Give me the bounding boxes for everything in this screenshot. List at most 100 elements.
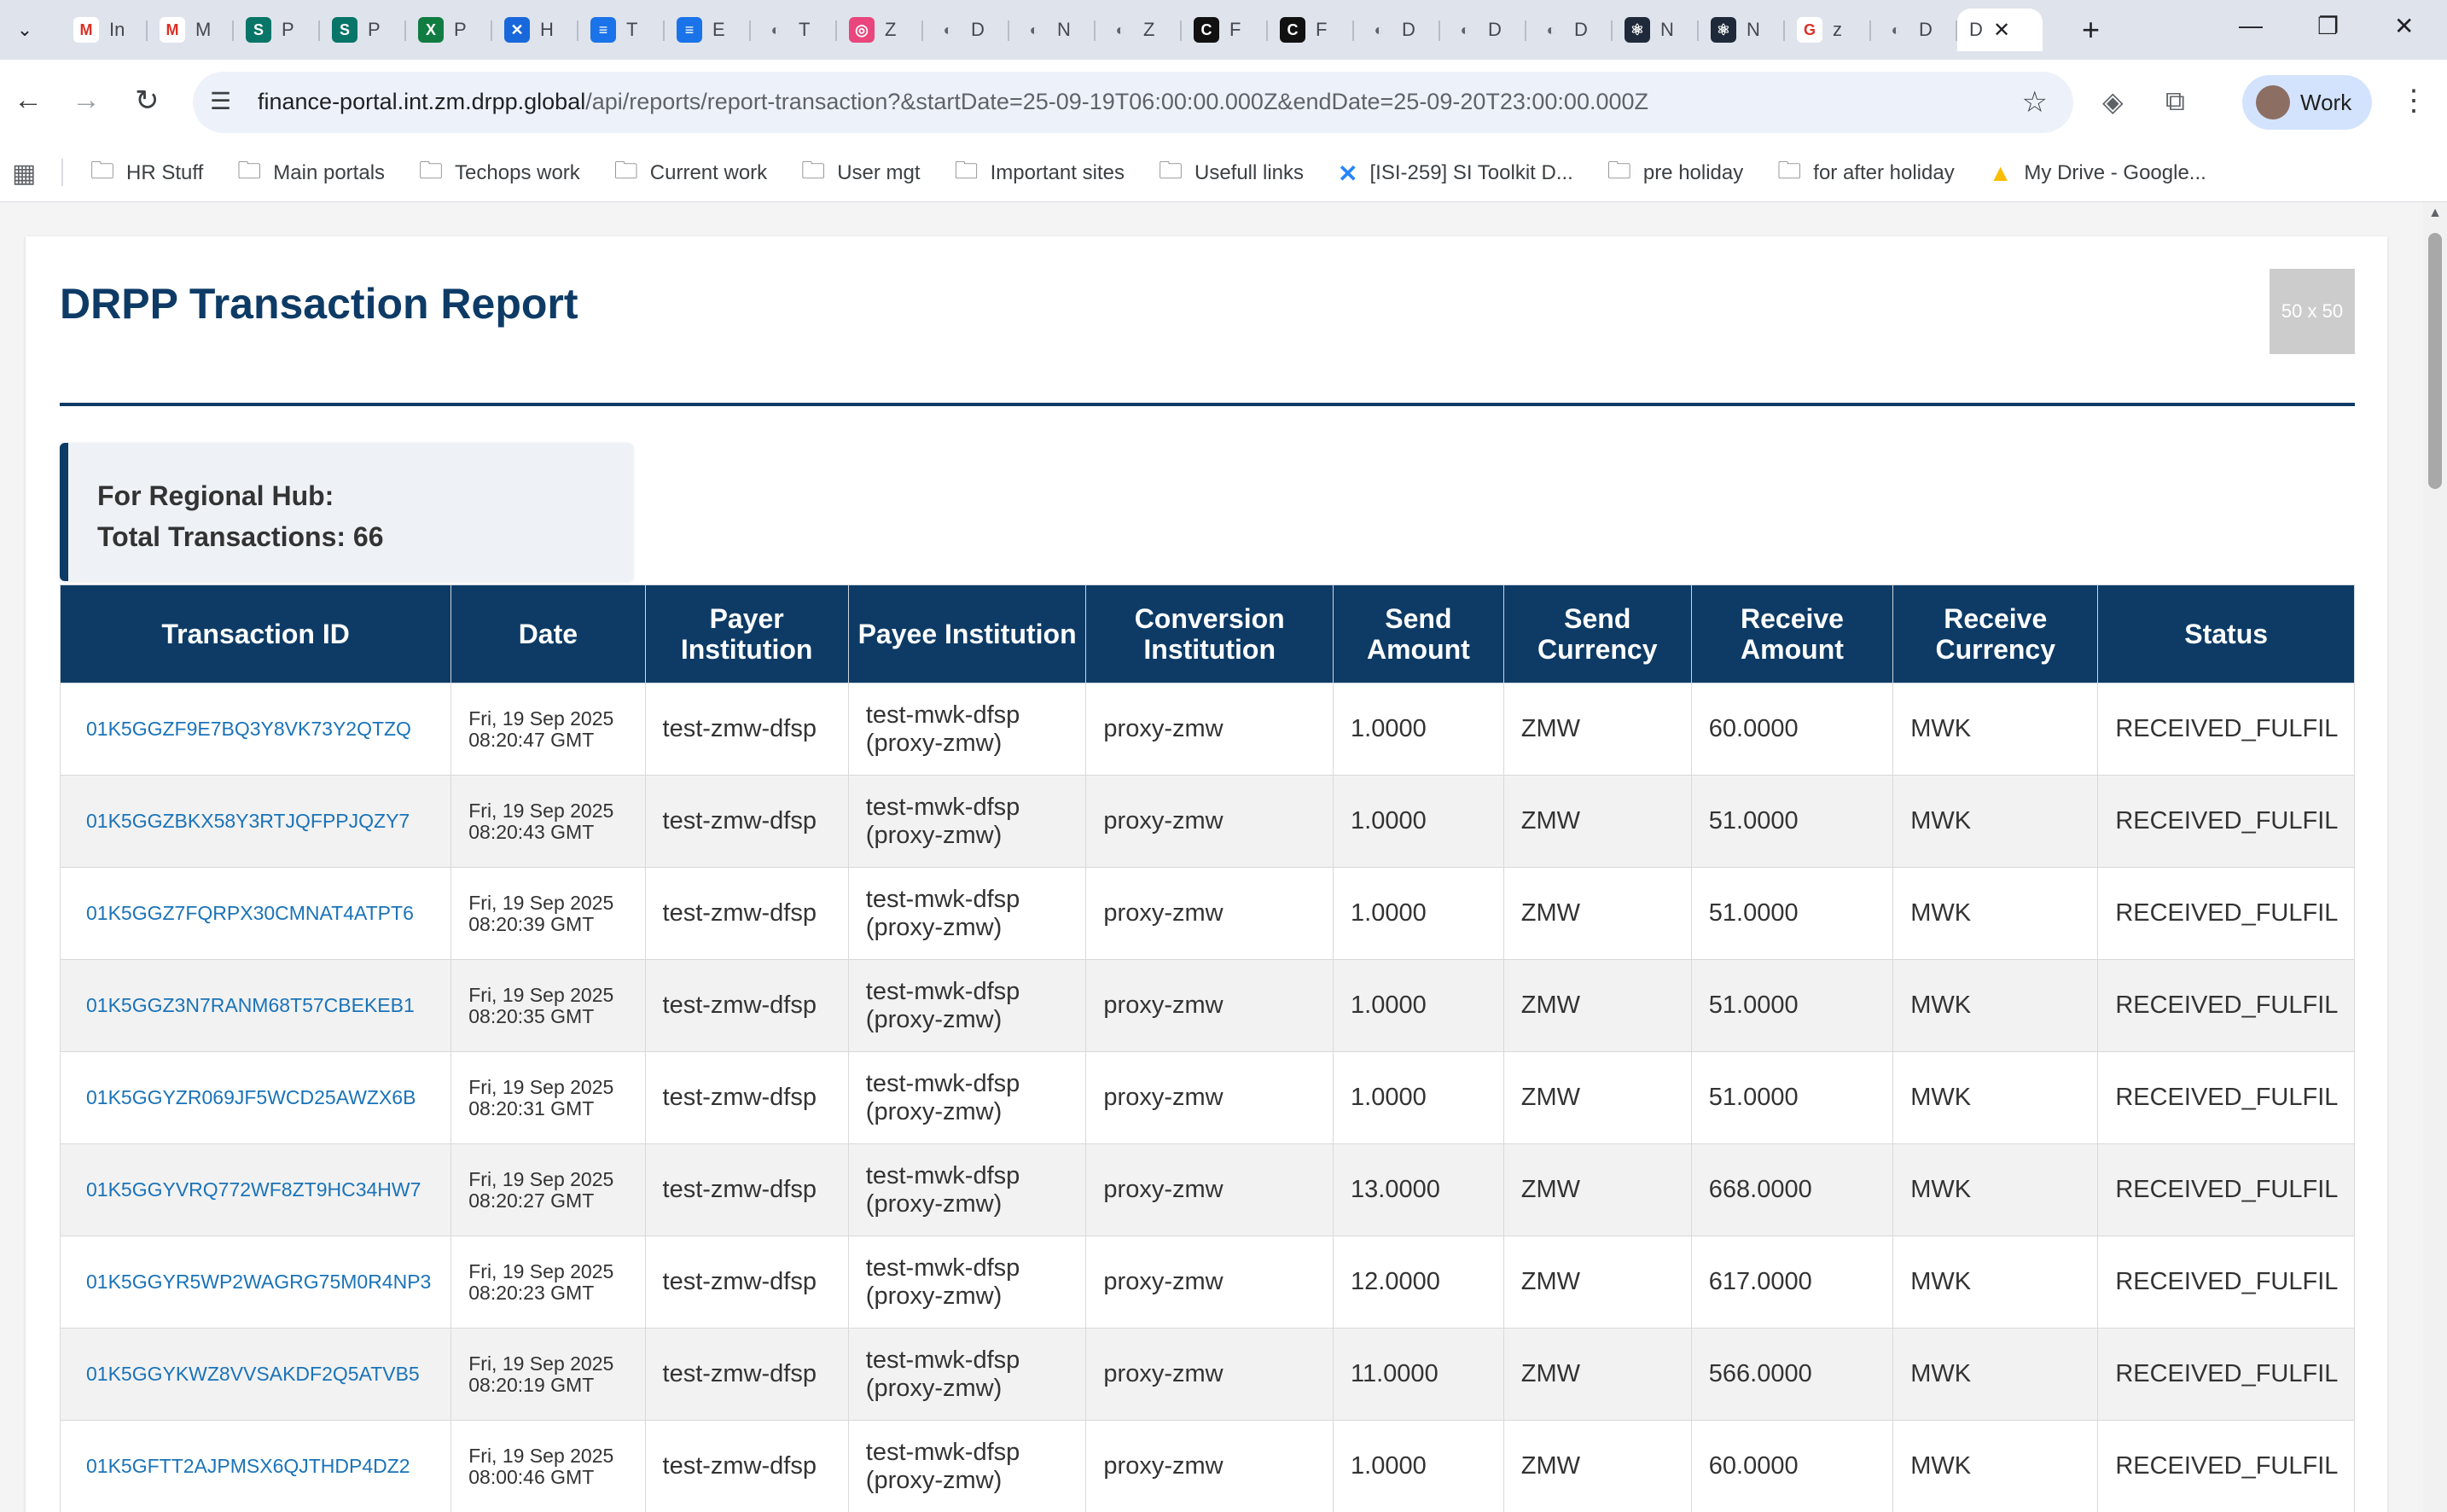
- payer-cell: test-zmw-dfsp: [644, 683, 849, 776]
- tab-search-icon[interactable]: ⌄: [9, 14, 41, 46]
- bookmark-item[interactable]: 🗀 Usefull links: [1159, 153, 1304, 194]
- bookmark-item[interactable]: 🗀 Main portals: [237, 153, 385, 194]
- receive-currency-cell: MWK: [1892, 1236, 2099, 1329]
- globe-icon: ◐: [1374, 20, 1384, 38]
- profile-button[interactable]: Work: [2242, 75, 2372, 130]
- column-header: Transaction ID: [59, 584, 452, 683]
- bookmark-item[interactable]: 🗀 Current work: [614, 153, 767, 194]
- folder-icon: 🗀: [801, 157, 826, 183]
- page-viewport: DRPP Transaction Report 50 x 50 For Regi…: [0, 202, 2447, 1512]
- transaction-id-link[interactable]: 01K5GGYKWZ8VVSAKDF2Q5ATVB5: [59, 1328, 452, 1421]
- transaction-id-link[interactable]: 01K5GGYVRQ772WF8ZT9HC34HW7: [59, 1143, 452, 1236]
- globe-icon: ◐: [770, 20, 781, 38]
- transaction-id-link[interactable]: 01K5GGZ3N7RANM68T57CBEKEB1: [59, 959, 452, 1052]
- browser-tab[interactable]: CF: [1182, 9, 1268, 51]
- column-header: Date: [450, 584, 646, 683]
- date-cell: Fri, 19 Sep 2025 08:20:43 GMT: [450, 775, 646, 868]
- transaction-id-link[interactable]: 01K5GGZF9E7BQ3Y8VK73Y2QTZQ: [59, 683, 452, 776]
- payee-cell: test-mwk-dfsp (proxy-zmw): [847, 959, 1087, 1052]
- column-header: Status: [2097, 584, 2355, 683]
- browser-tab[interactable]: SP: [320, 9, 406, 51]
- folder-icon: 🗀: [1607, 157, 1631, 183]
- transaction-id-link[interactable]: 01K5GGYR5WP2WAGRG75M0R4NP3: [59, 1236, 452, 1329]
- minimize-icon[interactable]: —: [2239, 12, 2263, 39]
- date-day: Fri, 19 Sep 2025: [468, 1352, 614, 1375]
- tab-title: Z: [885, 19, 897, 40]
- browser-tab[interactable]: ✕ H: [492, 9, 578, 51]
- date-time: 08:20:27 GMT: [468, 1189, 595, 1212]
- apps-grid-icon[interactable]: ▦: [12, 159, 36, 189]
- status-cell: RECEIVED_FULFIL: [2097, 775, 2355, 868]
- transaction-id-link[interactable]: 01K5GGYZR069JF5WCD25AWZX6B: [59, 1051, 452, 1144]
- bookmark-item[interactable]: ▲ My Drive - Google...: [1989, 160, 2206, 187]
- close-window-icon[interactable]: ✕: [2394, 12, 2414, 40]
- browser-tab[interactable]: ≡ E: [665, 9, 751, 51]
- extensions-puzzle-icon[interactable]: ⧉: [2165, 85, 2185, 118]
- payee-cell: test-mwk-dfsp (proxy-zmw): [847, 1328, 1087, 1421]
- browser-tab[interactable]: ◐ D: [1871, 9, 1957, 51]
- react-icon: ⚛: [1625, 17, 1650, 43]
- address-bar[interactable]: ☰ finance-portal.int.zm.drpp.global/api/…: [193, 72, 2073, 133]
- table-row: 01K5GGZ3N7RANM68T57CBEKEB1 Fri, 19 Sep 20…: [59, 959, 2355, 1052]
- browser-tab[interactable]: ◐ T: [751, 9, 837, 51]
- transaction-id-link[interactable]: 01K5GGZ7FQRPX30CMNAT4ATPT6: [59, 867, 452, 960]
- scroll-thumb[interactable]: [2428, 233, 2442, 489]
- bookmark-item[interactable]: 🗀 for after holiday: [1777, 153, 1954, 194]
- bookmark-item[interactable]: 🗀 Techops work: [419, 153, 580, 194]
- send-amount-cell: 1.0000: [1333, 1051, 1504, 1144]
- table-body: 01K5GGZF9E7BQ3Y8VK73Y2QTZQ Fri, 19 Sep 20…: [59, 683, 2355, 1512]
- bookmark-item[interactable]: 🗀 User mgt: [801, 153, 920, 194]
- bookmark-item[interactable]: 🗀 Important sites: [955, 153, 1125, 194]
- browser-tab[interactable]: SP: [234, 9, 320, 51]
- browser-toolbar: ← → ↻ ☰ finance-portal.int.zm.drpp.globa…: [0, 60, 2447, 145]
- send-currency-cell: ZMW: [1502, 775, 1692, 868]
- url-text[interactable]: finance-portal.int.zm.drpp.global/api/re…: [258, 89, 1648, 115]
- bookmark-item[interactable]: 🗀 HR Stuff: [90, 153, 203, 194]
- payer-cell: test-zmw-dfsp: [644, 867, 849, 960]
- date-time: 08:00:46 GMT: [468, 1465, 595, 1488]
- new-tab-icon[interactable]: +: [2082, 12, 2100, 48]
- browser-tab[interactable]: ⚛ N: [1699, 9, 1785, 51]
- globe-icon: ◐: [1115, 20, 1125, 38]
- bookmark-label: My Drive - Google...: [2024, 161, 2206, 184]
- google-icon: G: [1797, 17, 1822, 43]
- bookmark-star-icon[interactable]: ☆: [2022, 85, 2048, 119]
- browser-tab[interactable]: M In: [61, 9, 148, 51]
- browser-tab[interactable]: CF: [1268, 9, 1354, 51]
- send-currency-cell: ZMW: [1502, 1328, 1692, 1421]
- more-menu-icon[interactable]: ⋮: [2399, 84, 2428, 118]
- bookmarks-bar: ▦ 🗀 HR Stuff 🗀 Main portals 🗀 Techops work 🗀 Cu…: [0, 145, 2447, 202]
- tab-title: P: [282, 19, 294, 40]
- browser-tab[interactable]: ◐ N: [1009, 9, 1096, 51]
- payee-proxy: (proxy-zmw): [865, 913, 1003, 941]
- restore-icon[interactable]: ❐: [2317, 12, 2339, 40]
- browser-tab[interactable]: ⚛ N: [1613, 9, 1699, 51]
- transaction-id-link[interactable]: 01K5GGZBKX58Y3RTJQFPPJQZY7: [59, 775, 452, 868]
- back-icon[interactable]: ←: [14, 84, 43, 117]
- table-row: 01K5GGYVRQ772WF8ZT9HC34HW7 Fri, 19 Sep 20…: [59, 1143, 2355, 1236]
- bookmark-item[interactable]: ✕ [ISI-259] SI Toolkit D...: [1338, 160, 1573, 188]
- payee-cell: test-mwk-dfsp (proxy-zmw): [847, 1051, 1087, 1144]
- reload-icon[interactable]: ↻: [135, 84, 160, 118]
- scroll-up-icon[interactable]: ▲: [2428, 206, 2442, 221]
- browser-tab[interactable]: XP: [406, 9, 492, 51]
- transaction-id-link[interactable]: 01K5GFTT2AJPMSX6QJTHDP4DZ2: [59, 1420, 452, 1512]
- browser-tab[interactable]: MM: [148, 9, 234, 51]
- browser-tab[interactable]: ◐ D: [1526, 9, 1613, 51]
- scrollbar[interactable]: ▲: [2423, 202, 2447, 1512]
- browser-tab[interactable]: ◐ D: [1354, 9, 1440, 51]
- browser-tab[interactable]: ◐ D: [1440, 9, 1526, 51]
- forward-icon[interactable]: →: [72, 84, 101, 117]
- close-tab-icon[interactable]: ✕: [1993, 18, 2010, 43]
- browser-tab[interactable]: ≡ T: [578, 9, 665, 51]
- browser-tab[interactable]: ◐ Z: [1096, 9, 1182, 51]
- browser-tab[interactable]: ◐ D: [923, 9, 1009, 51]
- extension-diamond-icon[interactable]: ◈: [2102, 85, 2124, 118]
- bookmark-item[interactable]: 🗀 pre holiday: [1607, 153, 1743, 194]
- browser-tab[interactable]: Gz: [1785, 9, 1871, 51]
- summary-total-label: Total Transactions: 66: [97, 521, 384, 552]
- site-info-icon[interactable]: ☰: [210, 87, 231, 115]
- browser-tab[interactable]: ◎ Z: [837, 9, 923, 51]
- active-browser-tab[interactable]: D ✕: [1957, 9, 2043, 51]
- receive-currency-cell: MWK: [1892, 1143, 2099, 1236]
